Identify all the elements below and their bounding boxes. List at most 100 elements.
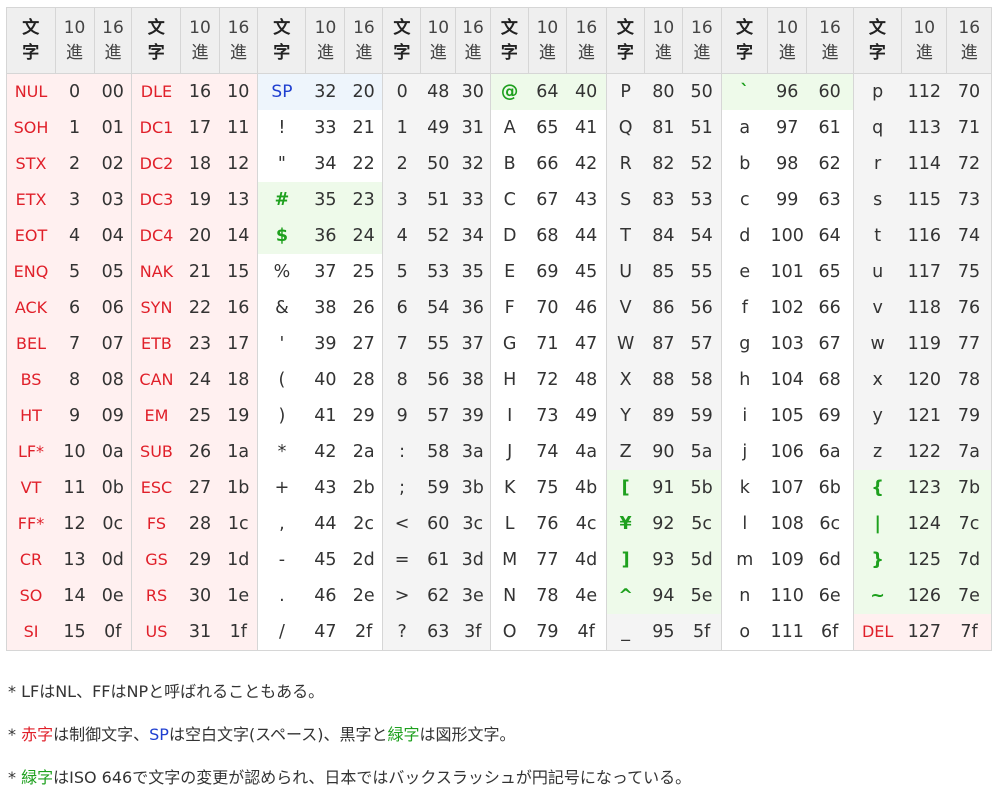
char-cell: = xyxy=(382,542,421,578)
char-text: < xyxy=(394,514,410,534)
hex-cell: 5a xyxy=(682,434,722,470)
char-cell: > xyxy=(382,578,421,614)
decimal-text: 73 xyxy=(536,406,559,426)
decimal-cell: 48 xyxy=(420,73,456,110)
char-text: K xyxy=(503,478,516,498)
footnotes: * LFはNL、FFはNPと呼ばれることもある。 * 赤字は制御文字、SPは空白… xyxy=(8,680,691,809)
char-text: ! xyxy=(278,118,286,138)
char-text: SOH xyxy=(13,118,49,137)
header-decimal: 10 進 xyxy=(643,7,683,74)
decimal-text: 80 xyxy=(652,82,675,102)
hex-text: 37 xyxy=(461,334,484,354)
hex-text: 79 xyxy=(957,406,981,426)
decimal-text: 46 xyxy=(314,586,337,606)
hex-text: 1a xyxy=(227,442,250,462)
hex-cell: 6c xyxy=(806,506,854,542)
decimal-text: 44 xyxy=(314,514,337,534)
char-text: i xyxy=(742,406,748,426)
hex-cell: 50 xyxy=(682,73,722,110)
decimal-cell: 61 xyxy=(420,542,456,578)
decimal-text: 108 xyxy=(770,514,804,534)
legend-control-red: 赤字 xyxy=(21,725,54,744)
char-cell: + xyxy=(256,470,306,506)
char-cell: N xyxy=(489,578,529,614)
decimal-cell: 110 xyxy=(767,578,807,614)
decimal-text: 50 xyxy=(427,154,450,174)
decimal-cell: 73 xyxy=(528,398,567,434)
hex-text: 32 xyxy=(461,154,484,174)
table-row: SO 14 0e RS 30 1e. 46 2e >62 3e N 78 4e ^ 94 5e n 110 6e ~1… xyxy=(6,578,992,614)
decimal-cell: 76 xyxy=(528,506,567,542)
char-cell: A xyxy=(489,110,529,146)
char-text: 1 xyxy=(396,118,408,138)
decimal-text: 77 xyxy=(536,550,559,570)
char-text: Z xyxy=(619,442,632,462)
char-cell: SI xyxy=(6,614,55,651)
hex-text: 39 xyxy=(461,406,484,426)
decimal-cell: 26 xyxy=(180,434,220,470)
decimal-text: 25 xyxy=(188,406,212,426)
decimal-cell: 116 xyxy=(901,218,947,254)
hex-text: 10 xyxy=(227,82,250,102)
hex-text: 73 xyxy=(957,190,981,210)
hex-text: 26 xyxy=(352,298,375,318)
decimal-text: 70 xyxy=(536,298,559,318)
decimal-cell: 66 xyxy=(528,146,567,182)
decimal-cell: 70 xyxy=(528,290,567,326)
hex-text: 63 xyxy=(818,190,841,210)
char-cell: l xyxy=(720,506,768,542)
hex-cell: 0b xyxy=(94,470,133,506)
char-cell: NAK xyxy=(131,254,181,290)
char-text: STX xyxy=(15,154,47,173)
hex-cell: 19 xyxy=(219,398,258,434)
footnote-iso646: * 緑字はISO 646で文字の変更が認められ、日本ではバックスラッシュが円記号… xyxy=(8,766,691,809)
ascii-code-table: 文字 10 進 16 進文字 10 進 16 進文字 10 進 16 進文字 10 進 16 進文字 10 進 16 進… xyxy=(6,7,992,651)
char-text: _ xyxy=(621,622,631,642)
char-cell: M xyxy=(489,542,529,578)
hex-cell: 03 xyxy=(94,182,133,218)
header-text: 16 xyxy=(819,17,841,38)
hex-cell: 59 xyxy=(682,398,722,434)
decimal-cell: 9 xyxy=(55,398,95,434)
char-text: a xyxy=(739,118,751,138)
char-text: m xyxy=(736,550,754,570)
decimal-text: 32 xyxy=(314,82,337,102)
char-cell: ETB xyxy=(131,326,181,362)
char-cell: ACK xyxy=(6,290,55,326)
decimal-text: 21 xyxy=(188,262,212,282)
decimal-cell: 16 xyxy=(180,73,220,110)
hex-text: 45 xyxy=(575,262,598,282)
hex-text: 6f xyxy=(821,622,839,642)
decimal-text: 60 xyxy=(427,514,450,534)
hex-text: 22 xyxy=(352,154,375,174)
hex-cell: 2a xyxy=(344,434,384,470)
decimal-cell: 19 xyxy=(180,182,220,218)
hex-text: 1b xyxy=(227,478,250,498)
char-cell: ; xyxy=(382,470,421,506)
char-text: ` xyxy=(740,82,750,102)
char-cell: 9 xyxy=(382,398,421,434)
decimal-cell: 1 xyxy=(55,110,95,146)
decimal-cell: 2 xyxy=(55,146,95,182)
hex-cell: 63 xyxy=(806,182,854,218)
hex-cell: 60 xyxy=(806,73,854,110)
hex-cell: 3f xyxy=(455,614,491,651)
hex-cell: 72 xyxy=(946,146,992,182)
char-cell: 4 xyxy=(382,218,421,254)
char-cell: NUL xyxy=(6,73,55,110)
char-cell: z xyxy=(852,434,902,470)
decimal-text: 98 xyxy=(776,154,799,174)
hex-cell: 20 xyxy=(344,73,384,110)
decimal-text: 14 xyxy=(63,586,86,606)
decimal-cell: 118 xyxy=(901,290,947,326)
decimal-cell: 86 xyxy=(644,290,683,326)
char-text: ; xyxy=(399,478,406,498)
decimal-cell: 83 xyxy=(644,182,683,218)
header-char: 文字 xyxy=(256,7,307,74)
char-cell: e xyxy=(720,254,768,290)
decimal-text: 75 xyxy=(536,478,559,498)
decimal-cell: 4 xyxy=(55,218,95,254)
char-text: ETX xyxy=(15,190,47,209)
char-text: } xyxy=(871,550,884,570)
footnote-text: はISO 646で文字の変更が認められ、日本ではバックスラッシュが円記号になって… xyxy=(53,768,692,787)
